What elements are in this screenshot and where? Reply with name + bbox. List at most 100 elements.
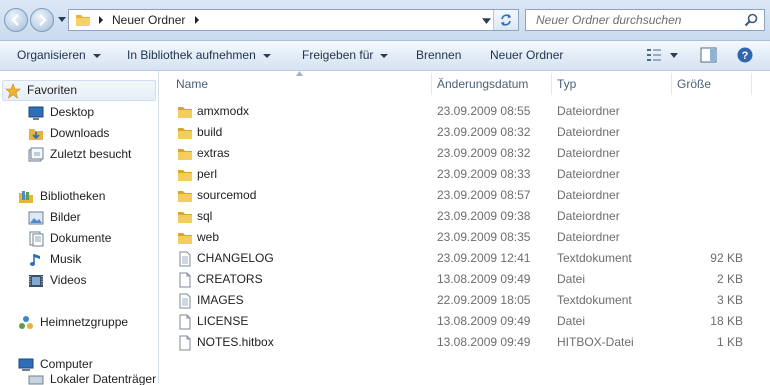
videos-icon — [29, 274, 43, 287]
command-bar: Organisieren In Bibliothek aufnehmen Fre… — [0, 41, 770, 71]
search-input[interactable] — [534, 12, 743, 28]
column-divider[interactable] — [431, 73, 432, 95]
nav-label-music: Musik — [50, 252, 82, 266]
file-type: Dateiordner — [557, 167, 620, 181]
file-name: perl — [197, 167, 218, 181]
organize-label: Organisieren — [17, 48, 86, 62]
table-row[interactable]: build 23.09.2009 08:32 Dateiordner — [159, 122, 770, 143]
refresh-button[interactable] — [493, 10, 518, 30]
nav-item-computer[interactable]: Computer — [18, 354, 93, 375]
table-row[interactable]: CHANGELOG 23.09.2009 12:41 Textdokument 92 … — [159, 248, 770, 269]
table-row[interactable]: sourcemod 23.09.2009 08:57 Dateiordner — [159, 185, 770, 206]
file-size: 2 KB — [716, 272, 743, 286]
file-type: Textdokument — [557, 293, 632, 307]
documents-icon — [29, 231, 44, 246]
file-name: web — [197, 230, 220, 244]
folder-icon — [178, 191, 192, 202]
file-type: Dateiordner — [557, 104, 620, 118]
table-row[interactable]: LICENSE 13.08.2009 09:49 Datei 18 KB — [159, 311, 770, 332]
search-field[interactable] — [525, 9, 765, 31]
nav-item-desktop[interactable]: Desktop — [28, 102, 94, 123]
music-icon — [30, 253, 40, 266]
navigation-pane: Favoriten Desktop Downloads Zuletzt besu… — [0, 71, 159, 385]
organize-button[interactable]: Organisieren — [17, 41, 101, 70]
table-row[interactable]: perl 23.09.2009 08:33 Dateiordner — [159, 164, 770, 185]
address-history-dropdown-icon[interactable] — [482, 16, 491, 25]
preview-pane-icon[interactable] — [700, 47, 717, 63]
nav-label-favorites: Favoriten — [27, 83, 78, 97]
column-divider[interactable] — [751, 73, 752, 95]
svg-text:?: ? — [742, 50, 749, 62]
nav-item-favorites[interactable]: Favoriten — [2, 80, 156, 101]
help-icon[interactable]: ? — [737, 47, 753, 63]
nav-label-libraries: Bibliotheken — [40, 189, 106, 203]
file-type: Dateiordner — [557, 125, 620, 139]
table-row[interactable]: NOTES.hitbox 13.08.2009 09:49 HITBOX-Datei… — [159, 332, 770, 353]
breadcrumb-arrow-icon[interactable] — [193, 16, 201, 24]
nav-label-videos: Videos — [50, 273, 87, 287]
nav-item-pictures[interactable]: Bilder — [28, 207, 81, 228]
new-folder-button[interactable]: Neuer Ordner — [490, 41, 563, 70]
chevron-down-icon — [262, 53, 271, 58]
nav-item-documents[interactable]: Dokumente — [28, 228, 111, 249]
computer-icon — [18, 358, 34, 371]
recent-pages-dropdown-icon[interactable] — [58, 15, 66, 23]
chevron-down-icon — [380, 53, 389, 58]
search-icon[interactable] — [744, 13, 758, 27]
table-row[interactable]: IMAGES 22.09.2009 18:05 Textdokument 3 KB — [159, 290, 770, 311]
file-type: Dateiordner — [557, 146, 620, 160]
nav-item-music[interactable]: Musik — [28, 249, 81, 270]
column-divider[interactable] — [551, 73, 552, 95]
nav-item-downloads[interactable]: Downloads — [28, 123, 109, 144]
file-icon — [179, 314, 191, 330]
forward-button[interactable] — [30, 8, 54, 32]
share-with-button[interactable]: Freigeben für — [302, 41, 389, 70]
file-date: 23.09.2009 08:32 — [437, 146, 531, 160]
column-header-name[interactable]: Name — [176, 71, 208, 97]
nav-item-libraries[interactable]: Bibliotheken — [18, 186, 105, 207]
file-size: 18 KB — [710, 314, 743, 328]
table-row[interactable]: web 23.09.2009 08:35 Dateiordner — [159, 227, 770, 248]
text-document-icon — [179, 293, 191, 309]
file-type: Dateiordner — [557, 188, 620, 202]
back-button[interactable] — [4, 8, 28, 32]
file-date: 23.09.2009 08:55 — [437, 104, 531, 118]
table-row[interactable]: extras 23.09.2009 08:32 Dateiordner — [159, 143, 770, 164]
nav-label-pictures: Bilder — [50, 210, 81, 224]
view-options-dropdown-icon[interactable] — [670, 53, 678, 59]
folder-icon — [76, 15, 90, 26]
nav-item-videos[interactable]: Videos — [28, 270, 86, 291]
folder-icon — [178, 128, 192, 139]
column-header-type[interactable]: Typ — [557, 71, 576, 97]
include-in-library-button[interactable]: In Bibliothek aufnehmen — [127, 41, 271, 70]
file-name: IMAGES — [197, 293, 244, 307]
file-size: 3 KB — [716, 293, 743, 307]
breadcrumb-arrow-icon[interactable] — [97, 16, 105, 24]
file-date: 13.08.2009 09:49 — [437, 272, 531, 286]
change-view-icon[interactable] — [646, 47, 662, 63]
file-name: LICENSE — [197, 314, 249, 328]
file-name: sql — [197, 209, 213, 223]
local-disk-icon — [28, 375, 44, 385]
nav-label-computer: Computer — [40, 357, 93, 371]
column-header-size[interactable]: Größe — [677, 71, 711, 97]
breadcrumb-item[interactable]: Neuer Ordner — [112, 13, 185, 27]
file-icon — [179, 272, 191, 288]
column-header-date[interactable]: Änderungsdatum — [437, 71, 528, 97]
column-divider[interactable] — [671, 73, 672, 95]
nav-item-local-disk[interactable]: Lokaler Datenträger — [28, 373, 156, 385]
address-bar-area: Neuer Ordner — [0, 0, 770, 41]
file-type: Datei — [557, 272, 586, 286]
nav-item-recent-places[interactable]: Zuletzt besucht — [28, 144, 131, 165]
nav-item-homegroup[interactable]: Heimnetzgruppe — [18, 312, 128, 333]
address-field[interactable]: Neuer Ordner — [68, 9, 519, 31]
file-date: 23.09.2009 12:41 — [437, 251, 531, 265]
burn-button[interactable]: Brennen — [416, 41, 461, 70]
table-row[interactable]: amxmodx 23.09.2009 08:55 Dateiordner — [159, 101, 770, 122]
refresh-icon — [501, 14, 511, 26]
table-row[interactable]: CREATORS 13.08.2009 09:49 Datei 2 KB — [159, 269, 770, 290]
table-row[interactable]: sql 23.09.2009 09:38 Dateiordner — [159, 206, 770, 227]
pictures-icon — [28, 211, 44, 224]
file-name: build — [197, 125, 223, 139]
file-name: sourcemod — [197, 188, 257, 202]
